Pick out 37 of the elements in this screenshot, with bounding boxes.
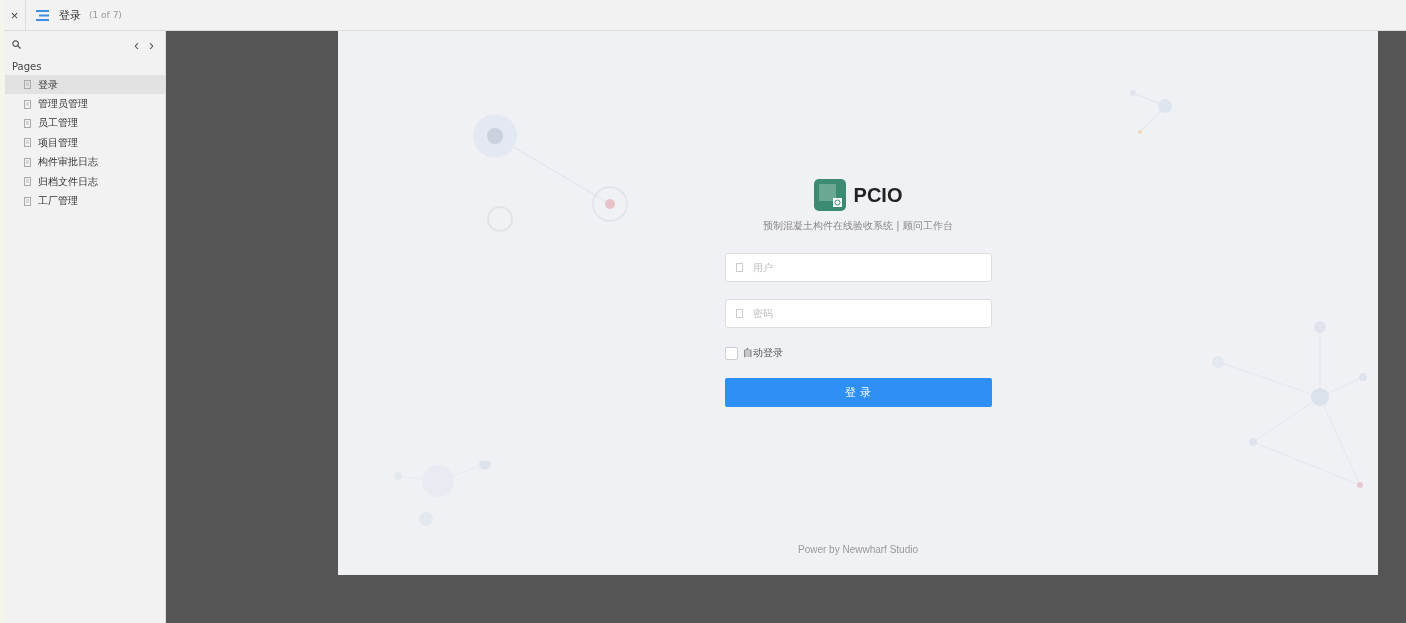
- page-list-item[interactable]: 登录: [5, 75, 165, 95]
- page-icon: [24, 196, 31, 206]
- page-icon: [24, 177, 31, 187]
- page-label: 管理员管理: [38, 97, 88, 112]
- page-label: 员工管理: [38, 116, 78, 131]
- page-list-item[interactable]: 归档文件日志: [5, 171, 165, 192]
- next-page-button[interactable]: ›: [144, 36, 159, 52]
- page-icon: [24, 80, 31, 90]
- footer-credit: Power by Newwharf Studio: [797, 544, 919, 555]
- page-label: 归档文件日志: [38, 174, 98, 189]
- auto-login-checkbox[interactable]: [724, 346, 738, 360]
- app-subtitle: 预制混凝土构件在线验收系统 | 顾问工作台: [763, 219, 953, 233]
- app-name: PCIO: [853, 183, 903, 207]
- page-list-item[interactable]: 构件审批日志: [5, 152, 165, 172]
- page-label: 登录: [38, 77, 58, 92]
- page-icon: [24, 138, 31, 148]
- auto-login-label: 自动登录: [742, 346, 783, 360]
- pages-heading: Pages: [11, 60, 43, 74]
- logo-icon: [813, 179, 846, 211]
- page-icon: [24, 99, 31, 109]
- page-list-item[interactable]: 项目管理: [5, 133, 165, 153]
- search-icon[interactable]: [12, 39, 21, 49]
- page-list-item[interactable]: 管理员管理: [5, 94, 165, 114]
- page-list-item[interactable]: 工厂管理: [5, 191, 165, 211]
- page-list-item[interactable]: 员工管理: [5, 113, 165, 134]
- page-title: 登录: [59, 7, 81, 23]
- page-count: (1 of 7): [89, 10, 122, 20]
- password-field[interactable]: 密码: [724, 299, 992, 328]
- page-icon: [24, 157, 31, 167]
- menu-icon[interactable]: [36, 9, 49, 21]
- page-label: 项目管理: [38, 135, 78, 150]
- page-label: 构件审批日志: [38, 155, 98, 170]
- username-field[interactable]: 用户: [724, 253, 992, 282]
- close-button[interactable]: ×: [4, 0, 26, 30]
- page-icon: [24, 118, 31, 128]
- previous-page-button[interactable]: ‹: [129, 36, 144, 52]
- page-label: 工厂管理: [38, 194, 78, 209]
